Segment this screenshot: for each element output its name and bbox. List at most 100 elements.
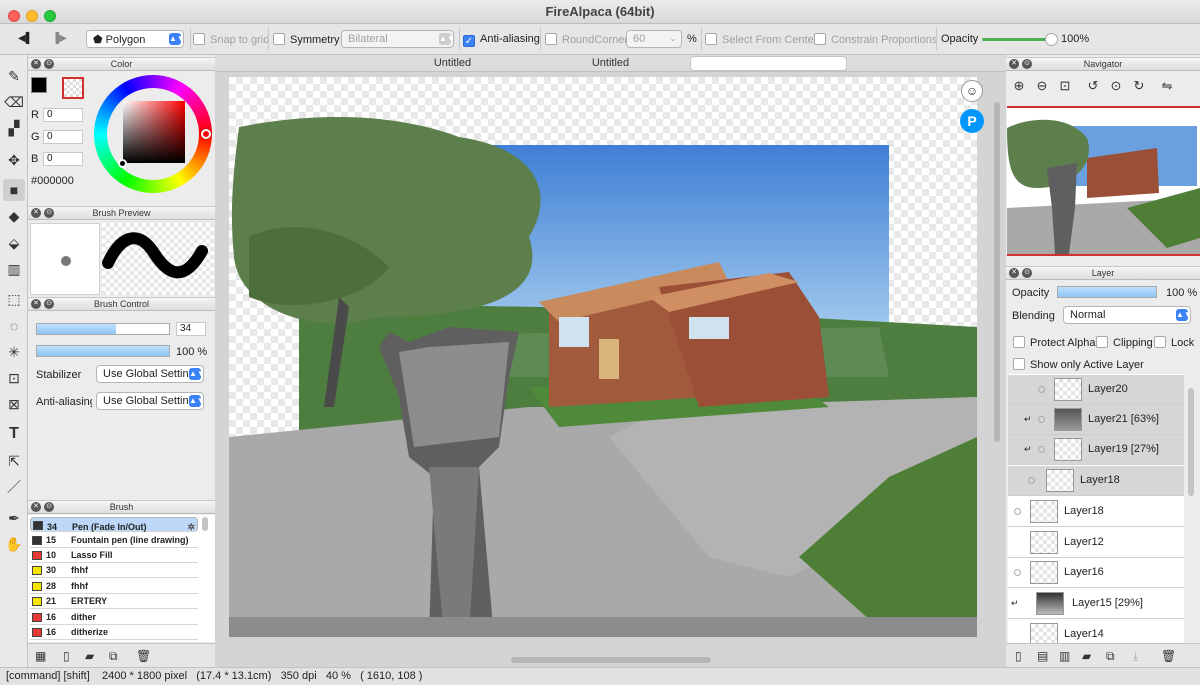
brush-opacity-slider[interactable] <box>36 345 170 357</box>
select-tool-icon[interactable]: ⬚ <box>3 288 25 310</box>
pixiv-icon[interactable]: P <box>960 109 984 133</box>
layer-row[interactable]: Layer16 <box>1008 558 1184 588</box>
close-icon[interactable]: ✕ <box>31 208 41 218</box>
blending-select[interactable]: Normal ▲▼ <box>1063 306 1192 324</box>
magic-wand-tool-icon[interactable]: ✳ <box>3 341 25 363</box>
zoom-window-button[interactable] <box>44 10 56 22</box>
new-8bit-layer-icon[interactable]: ▤ <box>1037 649 1048 663</box>
brush-item[interactable]: 21 ERTERY <box>30 594 198 609</box>
zoom-in-icon[interactable]: ⊕ <box>1011 78 1027 94</box>
lock-checkbox[interactable]: Lock <box>1154 336 1194 349</box>
folder-icon[interactable]: ▰ <box>85 649 94 663</box>
tool-select[interactable]: ⬟ Polygon ▲▼ <box>86 30 185 48</box>
primary-color-swatch[interactable] <box>31 77 47 93</box>
brush-item[interactable]: 10 Lasso Fill <box>30 548 198 563</box>
divide-tool-icon[interactable]: ／ <box>3 476 25 498</box>
brush-item[interactable]: 34 Pen (Fade In/Out) ✲ <box>30 517 198 532</box>
anti-aliasing-checkbox[interactable]: ✓ Anti-aliasing <box>463 33 540 47</box>
brush-settings-icon[interactable]: ▦ <box>35 649 46 663</box>
minimize-window-button[interactable] <box>26 10 38 22</box>
float-icon[interactable]: ⊙ <box>44 59 54 69</box>
gradient-tool-icon[interactable]: ▥ <box>3 258 25 280</box>
brush-list-scrollbar[interactable] <box>202 517 208 531</box>
brush-tool-icon[interactable]: ✎ <box>3 65 25 87</box>
round-corner-input[interactable]: 60 ⌄ <box>626 30 682 48</box>
visibility-icon[interactable] <box>1038 386 1045 393</box>
float-icon[interactable]: ⊙ <box>44 208 54 218</box>
text-tool-icon[interactable]: T <box>3 423 25 445</box>
lasso-tool-icon[interactable]: ◌ <box>3 315 25 337</box>
close-window-button[interactable] <box>8 10 20 22</box>
layer-row[interactable]: Layer18 <box>1008 466 1184 496</box>
flip-horizontal-icon[interactable]: ⇋ <box>1159 78 1175 94</box>
opacity-slider-knob[interactable] <box>1045 33 1058 46</box>
new-1bit-layer-icon[interactable]: ▥ <box>1059 649 1070 663</box>
transparent-color-swatch[interactable] <box>62 77 84 99</box>
float-icon[interactable]: ⊙ <box>44 502 54 512</box>
close-icon[interactable]: ✕ <box>31 299 41 309</box>
tab-active[interactable] <box>690 56 847 71</box>
visibility-icon[interactable] <box>1028 477 1035 484</box>
rotate-left-icon[interactable]: ↺ <box>1085 78 1101 94</box>
round-corner-checkbox[interactable]: RoundCorner <box>545 33 628 46</box>
horizontal-scrollbar[interactable] <box>511 657 711 663</box>
canvas-area[interactable]: ☺ P <box>215 72 1006 667</box>
visibility-icon[interactable] <box>1014 508 1021 515</box>
float-icon[interactable]: ⊙ <box>1022 59 1032 69</box>
tab-untitled[interactable]: Untitled <box>533 56 688 71</box>
layer-row[interactable]: ↵ Layer21 [63%] <box>1008 405 1184 435</box>
fill-tool-icon[interactable]: ⬙ <box>3 232 25 254</box>
close-icon[interactable]: ✕ <box>31 59 41 69</box>
g-input[interactable]: 0 <box>43 130 83 144</box>
new-layer-icon[interactable]: ▯ <box>1015 649 1022 663</box>
visibility-icon[interactable] <box>1038 446 1045 453</box>
brush-item[interactable]: 30 fhhf <box>30 563 198 578</box>
trash-icon[interactable]: 🗑 <box>1161 649 1176 663</box>
color-picker-marker[interactable] <box>118 159 127 168</box>
visibility-icon[interactable] <box>1038 416 1045 423</box>
float-icon[interactable]: ⊙ <box>1022 268 1032 278</box>
duplicate-icon[interactable]: ⧉ <box>109 649 118 664</box>
r-input[interactable]: 0 <box>43 108 83 122</box>
brush-item[interactable]: 16 ditherize <box>30 625 198 640</box>
dot-tool-icon[interactable]: ▞ <box>3 117 25 139</box>
new-brush-icon[interactable]: ▯ <box>63 649 70 663</box>
visibility-icon[interactable] <box>1014 569 1021 576</box>
layer-row[interactable]: Layer20 <box>1008 375 1184 405</box>
redo-icon[interactable]: ▐▶ <box>52 33 67 44</box>
navigator-preview[interactable] <box>1007 106 1200 256</box>
eyedropper-tool-icon[interactable]: ✒ <box>3 507 25 529</box>
eraser-tool-icon[interactable]: ⌫ <box>3 91 25 113</box>
brush-size-slider[interactable] <box>36 323 170 335</box>
brush-item[interactable]: 15 Fountain pen (line drawing) <box>30 533 198 548</box>
move-tool-icon[interactable]: ✥ <box>3 149 25 171</box>
brush-anti-aliasing-select[interactable]: Use Global Setting ▲▼ <box>96 392 204 410</box>
select-from-center-checkbox[interactable]: Select From Center <box>705 33 817 46</box>
brush-item[interactable]: 16 dither <box>30 610 198 625</box>
layer-row[interactable]: Layer18 <box>1008 497 1184 527</box>
trash-icon[interactable]: 🗑 <box>136 649 151 663</box>
snap-to-grid-checkbox[interactable]: Snap to grid <box>193 33 269 46</box>
symmetry-mode-select[interactable]: Bilateral ▲▼ <box>341 30 455 48</box>
layer-list-scrollbar[interactable] <box>1188 388 1194 496</box>
stabilizer-select[interactable]: Use Global Setting ▲▼ <box>96 365 204 383</box>
select-pen-tool-icon[interactable]: ⊡ <box>3 367 25 389</box>
folder-icon[interactable]: ▰ <box>1082 649 1091 663</box>
close-icon[interactable]: ✕ <box>1009 268 1019 278</box>
layer-row[interactable]: ↵ Layer19 [27%] <box>1008 435 1184 465</box>
hue-marker[interactable] <box>201 129 211 139</box>
shape-tool-icon[interactable]: ■ <box>3 179 25 201</box>
tab-untitled[interactable]: Untitled <box>375 56 530 71</box>
float-icon[interactable]: ⊙ <box>44 299 54 309</box>
protect-alpha-checkbox[interactable]: Protect Alpha <box>1013 336 1095 349</box>
undo-icon[interactable]: ◀▌ <box>18 33 33 44</box>
symmetry-checkbox[interactable]: Symmetry <box>273 33 340 46</box>
operation-tool-icon[interactable]: ⇱ <box>3 450 25 472</box>
reset-rotation-icon[interactable]: ⊙ <box>1108 78 1124 94</box>
clipping-checkbox[interactable]: Clipping <box>1096 336 1153 349</box>
close-icon[interactable]: ✕ <box>31 502 41 512</box>
layer-row[interactable]: Layer12 <box>1008 528 1184 558</box>
canvas[interactable] <box>229 77 977 637</box>
merge-down-icon[interactable]: ⤓ <box>1133 649 1138 664</box>
duplicate-layer-icon[interactable]: ⧉ <box>1106 649 1115 664</box>
